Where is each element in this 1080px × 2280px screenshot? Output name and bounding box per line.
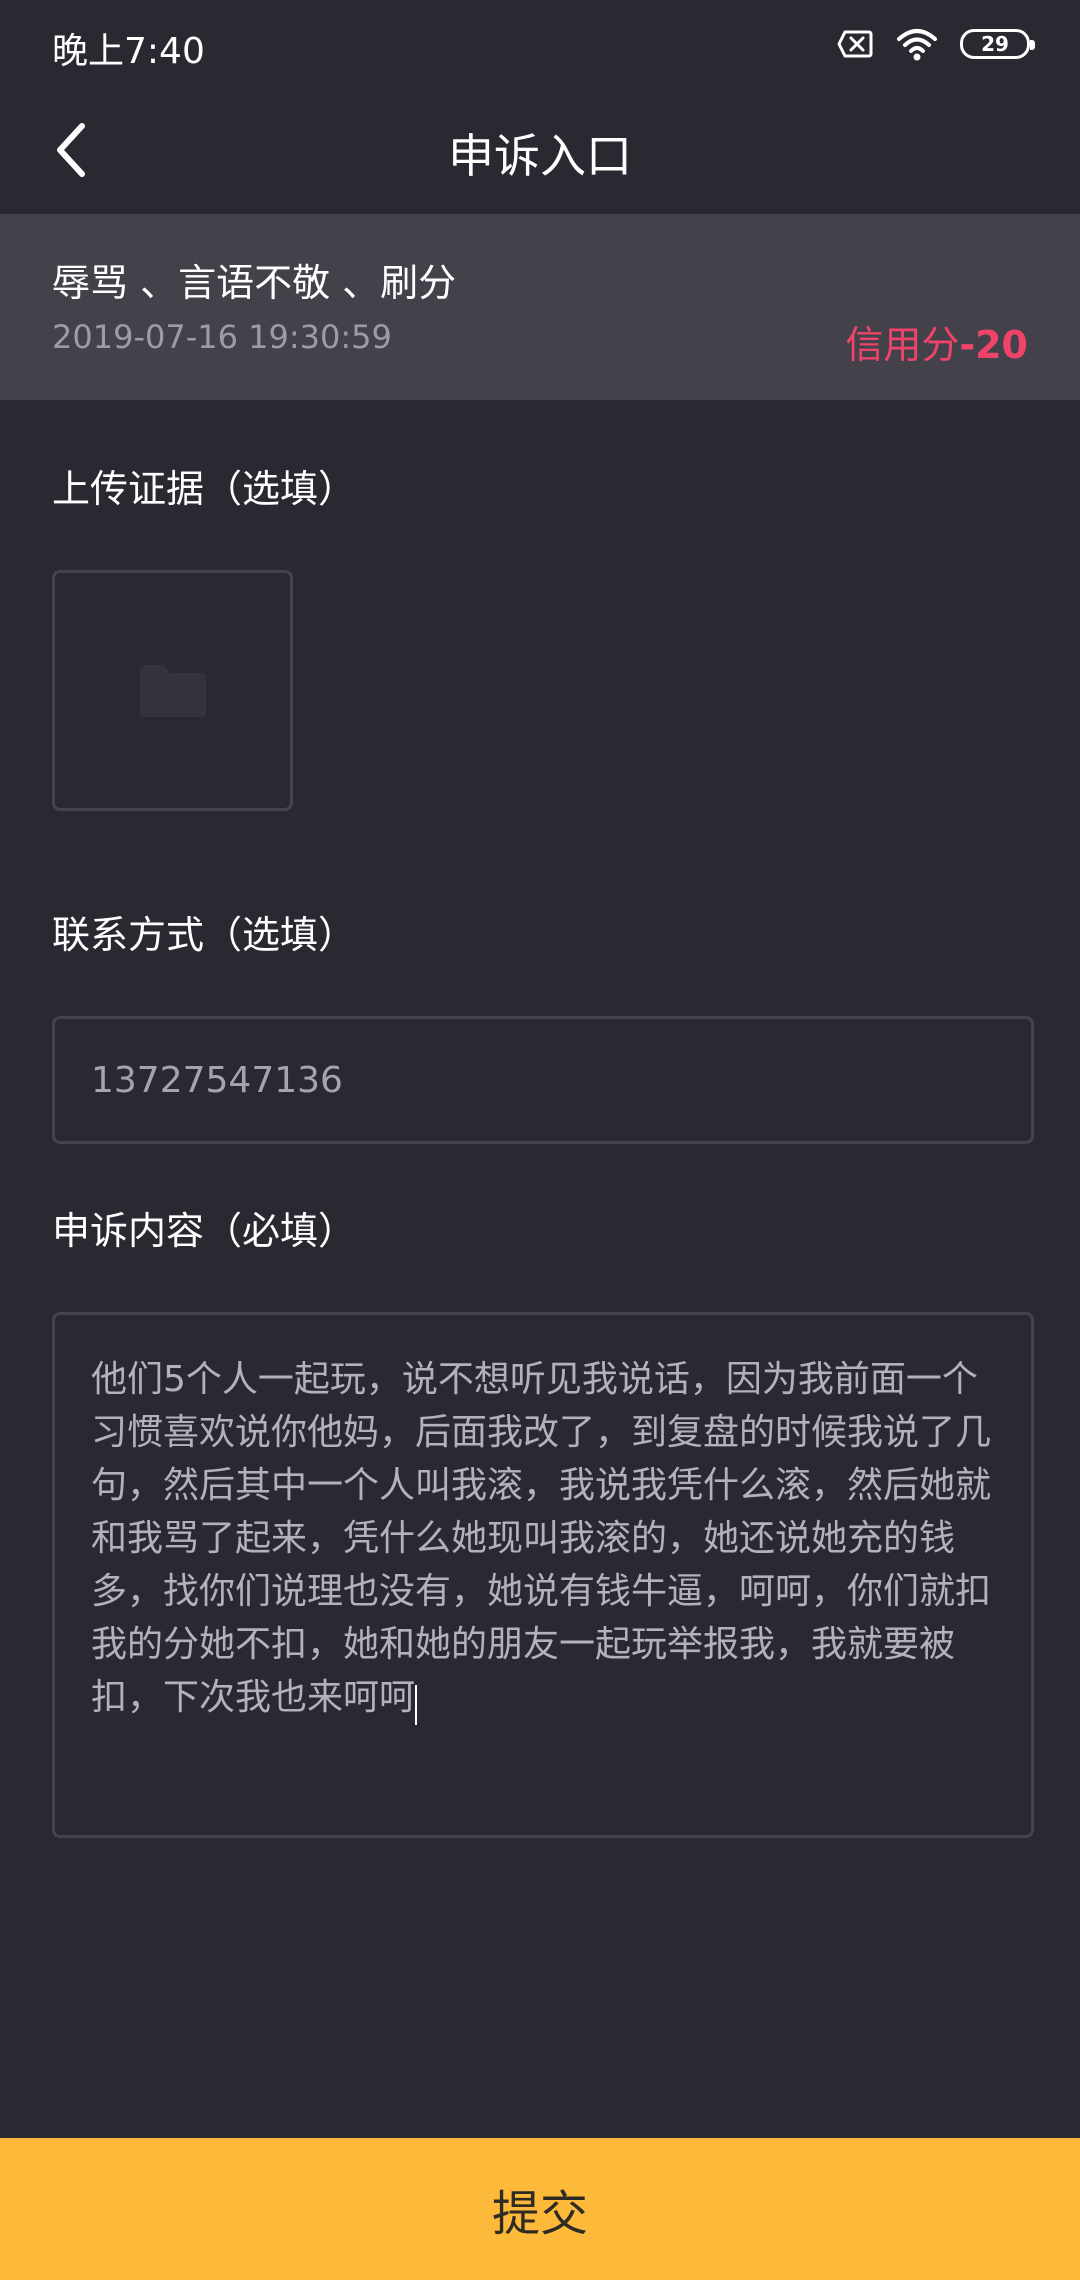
credit-penalty: 信用分-20 <box>845 314 1028 369</box>
violation-reason: 辱骂 、言语不敬 、刷分 <box>52 261 457 305</box>
page-title: 申诉入口 <box>448 129 632 183</box>
status-time: 晚上7:40 <box>52 31 205 72</box>
status-icons: 29 <box>836 24 1035 64</box>
wifi-icon <box>897 29 937 61</box>
battery-level: 29 <box>981 32 1009 56</box>
status-bar: 晚上7:40 29 <box>0 0 1080 90</box>
submit-button[interactable]: 提交 <box>0 2138 1080 2280</box>
credit-value: -20 <box>959 323 1028 367</box>
submit-label: 提交 <box>491 2188 588 2241</box>
appeal-content-text: 他们5个人一起玩，说不想听见我说话，因为我前面一个习惯喜欢说你他妈，后面我改了，… <box>91 1359 992 1718</box>
contact-field[interactable] <box>52 1016 1034 1144</box>
appeal-content-label: 申诉内容（必填） <box>52 1209 357 1253</box>
evidence-label: 上传证据（选填） <box>52 467 357 511</box>
violation-card: 辱骂 、言语不敬 、刷分 2019-07-16 19:30:59 信用分-20 <box>0 214 1080 400</box>
text-caret <box>415 1684 418 1725</box>
appeal-page: 晚上7:40 29 申诉入口 辱骂 、言语不敬 、刷分 2019-07-16 1… <box>0 0 1080 2280</box>
battery-nub <box>1030 40 1035 50</box>
contact-label: 联系方式（选填） <box>52 913 357 957</box>
credit-label: 信用分 <box>845 323 960 367</box>
folder-icon <box>139 664 206 717</box>
appeal-content-textarea[interactable]: 他们5个人一起玩，说不想听见我说话，因为我前面一个习惯喜欢说你他妈，后面我改了，… <box>52 1312 1034 1838</box>
violation-timestamp: 2019-07-16 19:30:59 <box>52 318 392 356</box>
header: 申诉入口 <box>0 90 1080 214</box>
battery-icon: 29 <box>960 29 1035 59</box>
sim-off-icon <box>837 30 873 58</box>
upload-evidence-button[interactable] <box>52 570 293 811</box>
